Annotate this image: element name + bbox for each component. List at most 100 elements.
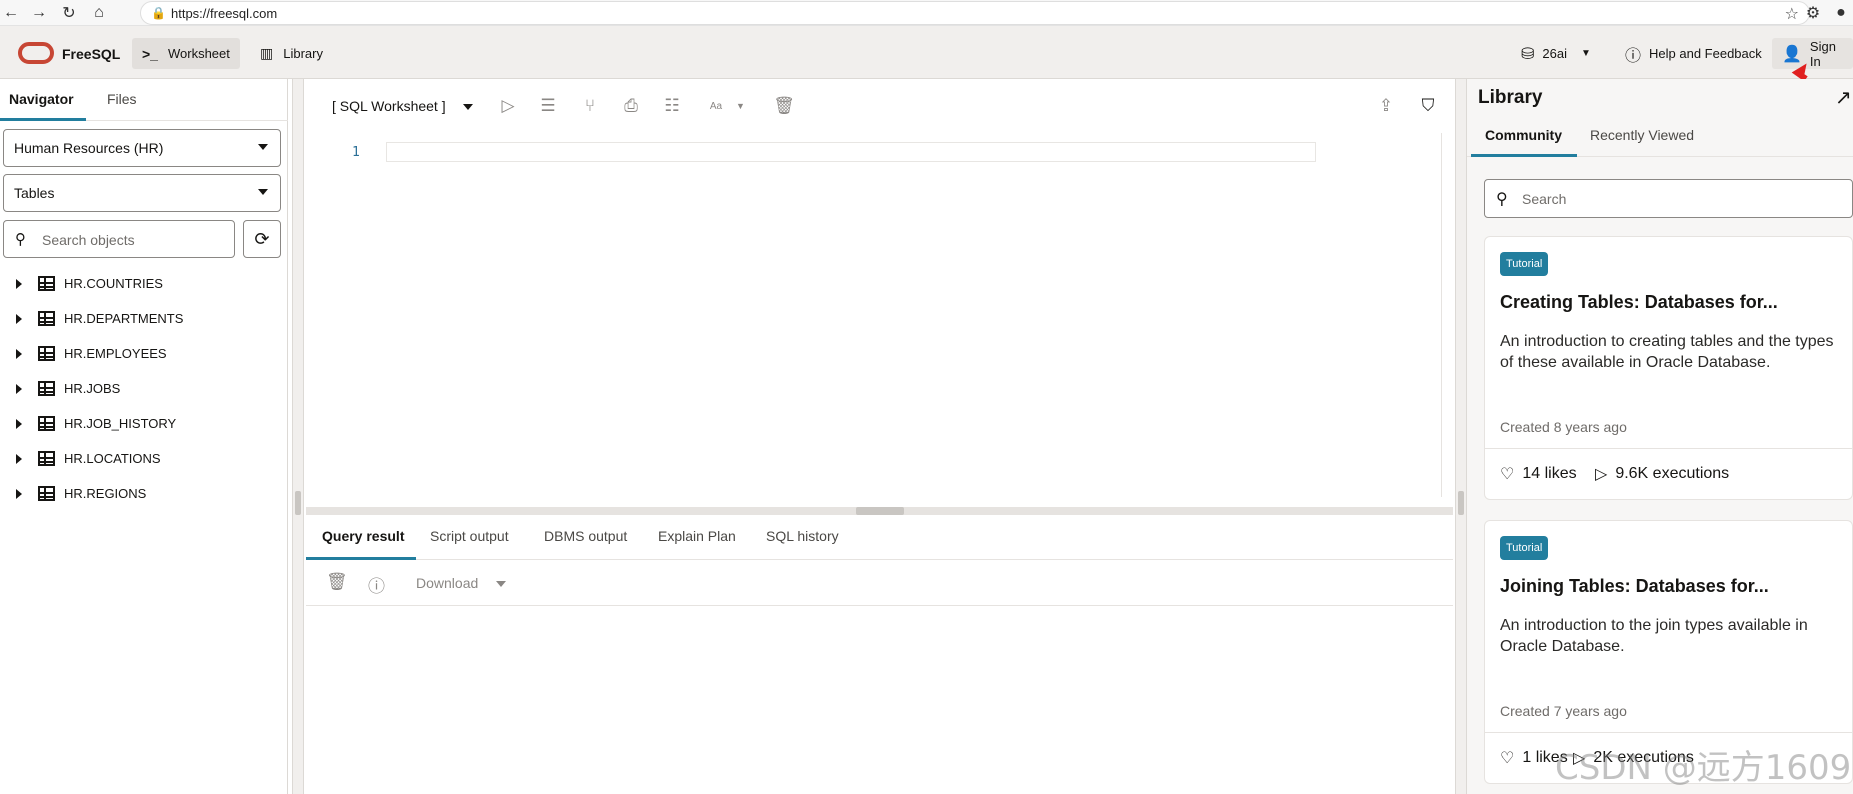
search-objects-input[interactable]: ⚲ Search objects [3, 220, 235, 258]
schema-value: Human Resources (HR) [14, 140, 164, 156]
table-icon [38, 451, 55, 466]
run-script-icon[interactable]: ☰ [536, 94, 560, 118]
nav-worksheet-button[interactable]: >_ Worksheet [132, 38, 240, 69]
home-icon[interactable]: ⌂ [88, 2, 110, 24]
card-divider [1485, 732, 1853, 733]
table-icon [38, 381, 55, 396]
worksheet-title[interactable]: [ SQL Worksheet ] [332, 98, 446, 114]
forward-icon[interactable]: → [28, 2, 50, 24]
splitter-grip[interactable] [1458, 491, 1464, 515]
splitter-grip[interactable] [295, 491, 301, 515]
run-icon[interactable]: ▷ [496, 94, 520, 118]
expand-icon[interactable] [16, 419, 22, 429]
tab-files[interactable]: Files [107, 91, 137, 107]
table-icon [38, 416, 55, 431]
splitter-grip[interactable] [856, 507, 904, 515]
sign-in-button[interactable]: 👤 Sign In [1772, 38, 1853, 69]
expand-icon[interactable] [16, 279, 22, 289]
back-icon[interactable]: ← [0, 2, 22, 24]
delete-icon[interactable]: 🗑 [326, 572, 348, 592]
tab-dbms-output[interactable]: DBMS output [544, 528, 627, 544]
search-icon: ⚲ [1496, 191, 1508, 208]
expand-icon[interactable] [16, 454, 22, 464]
explain-plan-icon[interactable]: ⑂ [578, 94, 602, 118]
library-panel: Library ↗ Community Recently Viewed ⚲ Se… [1467, 79, 1853, 794]
lock-icon: 🔒 [151, 6, 166, 20]
binoculars-icon[interactable]: ⛉ [1416, 94, 1440, 118]
address-bar[interactable]: 🔒 https://freesql.com ☆ [140, 1, 1810, 25]
card-description: An introduction to creating tables and t… [1500, 333, 1834, 371]
database-icon: ⛁ [1521, 45, 1535, 63]
tab-explain-plan[interactable]: Explain Plan [658, 528, 736, 544]
download-button[interactable]: Download [416, 575, 478, 591]
tab-recently-viewed[interactable]: Recently Viewed [1590, 127, 1694, 143]
right-splitter[interactable] [1455, 79, 1467, 794]
search-placeholder: Search objects [42, 232, 135, 248]
help-feedback-button[interactable]: ⓘ Help and Feedback [1625, 38, 1762, 69]
tab-community[interactable]: Community [1485, 127, 1562, 143]
expand-icon[interactable] [16, 349, 22, 359]
expand-icon[interactable] [16, 314, 22, 324]
oracle-logo-icon [18, 42, 54, 64]
library-card[interactable]: Tutorial Creating Tables: Databases for.… [1484, 236, 1853, 500]
table-name: HR.JOBS [64, 381, 121, 396]
search-icon: ⚲ [15, 231, 26, 248]
line-number: 1 [352, 145, 360, 160]
refresh-button[interactable]: ⟳ [243, 220, 281, 258]
play-icon: ▷ [1595, 466, 1608, 483]
reload-icon[interactable]: ↻ [58, 2, 80, 24]
nav-library-button[interactable]: ▥ Library [250, 38, 333, 69]
table-name: HR.LOCATIONS [64, 451, 161, 466]
worksheet-toolbar: [ SQL Worksheet ] ▷ ☰ ⑂ ⎙ ☷ Aa ▼ 🗑 ⇪ ⛉ [306, 79, 1453, 133]
expand-icon[interactable] [16, 384, 22, 394]
card-title[interactable]: Creating Tables: Databases for... [1500, 292, 1778, 313]
chevron-down-icon[interactable] [496, 581, 506, 587]
card-title[interactable]: Joining Tables: Databases for... [1500, 576, 1769, 597]
table-icon [38, 276, 55, 291]
object-type-select[interactable]: Tables [3, 174, 281, 212]
schema-select[interactable]: Human Resources (HR) [3, 129, 281, 167]
library-title: Library [1478, 87, 1543, 108]
refresh-icon: ⟳ [254, 228, 270, 249]
navigator-panel: Navigator Files Human Resources (HR) Tab… [0, 79, 288, 794]
heart-icon: ♡ [1500, 466, 1515, 483]
chevron-down-icon [258, 144, 268, 150]
nav-worksheet-label: Worksheet [167, 46, 230, 61]
share-icon[interactable]: ⇪ [1374, 94, 1398, 118]
chevron-down-icon[interactable] [463, 104, 473, 110]
clear-icon[interactable]: 🗑 [772, 94, 796, 118]
autotrace-icon[interactable]: ⎙ [619, 94, 643, 118]
popout-icon[interactable]: ↗ [1835, 85, 1852, 110]
left-splitter[interactable] [292, 79, 304, 794]
object-type-value: Tables [14, 185, 55, 201]
version-selector[interactable]: ⛁ 26ai ▼ [1521, 38, 1591, 69]
browser-toolbar: ← → ↻ ⌂ 🔒 https://freesql.com ☆ ⚙ ● [0, 0, 1853, 26]
tab-underline [1471, 154, 1577, 157]
format-icon[interactable]: ☷ [660, 94, 684, 118]
result-tabs: Query result Script output DBMS output E… [306, 515, 1453, 560]
editor-result-splitter[interactable] [306, 507, 1453, 515]
tab-navigator[interactable]: Navigator [9, 91, 74, 107]
font-size-button[interactable]: Aa [704, 94, 728, 118]
tab-script-output[interactable]: Script output [430, 528, 509, 544]
card-description: An introduction to the join types availa… [1500, 617, 1808, 655]
card-likes[interactable]: ♡ 14 likes [1500, 464, 1577, 484]
table-name: HR.EMPLOYEES [64, 346, 167, 361]
tab-query-result[interactable]: Query result [322, 528, 404, 544]
executions-count: 9.6K executions [1615, 465, 1730, 482]
extensions-icon[interactable]: ⚙ [1802, 2, 1824, 24]
profile-icon[interactable]: ● [1830, 2, 1852, 24]
bookmark-star-icon[interactable]: ☆ [1785, 4, 1799, 24]
tab-sql-history[interactable]: SQL history [766, 528, 839, 544]
info-icon[interactable]: ⓘ [368, 572, 385, 597]
heart-icon: ♡ [1500, 750, 1515, 767]
search-placeholder: Search [1522, 191, 1567, 207]
sql-editor[interactable]: 1 [306, 133, 1442, 497]
tutorial-badge: Tutorial [1500, 536, 1549, 560]
library-search-input[interactable]: ⚲ Search [1484, 179, 1853, 218]
chevron-down-icon[interactable]: ▼ [736, 101, 745, 111]
expand-icon[interactable] [16, 489, 22, 499]
app-header: FreeSQL >_ Worksheet ▥ Library ⛁ 26ai ▼ … [0, 26, 1853, 79]
editor-current-line[interactable] [386, 142, 1316, 162]
table-name: HR.COUNTRIES [64, 276, 163, 291]
